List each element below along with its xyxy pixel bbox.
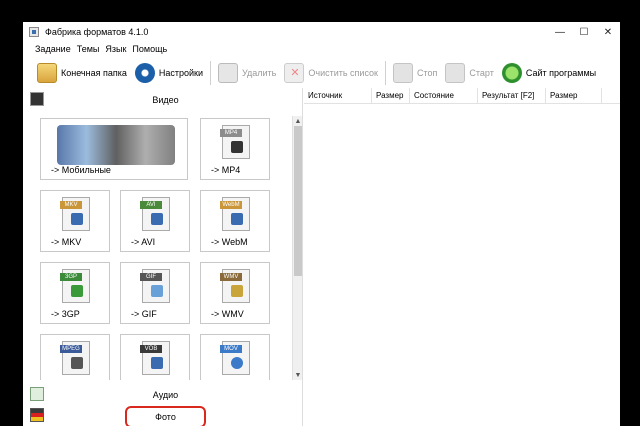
tile-label: -> WebM	[211, 237, 248, 247]
start-button[interactable]: Старт	[441, 60, 497, 86]
tile-label: -> AVI	[131, 237, 156, 247]
maximize-button[interactable]: ☐	[572, 22, 596, 42]
3gp-file-icon: 3GP	[60, 269, 90, 303]
vob-file-icon: VOB	[140, 341, 170, 375]
folder-icon	[37, 63, 57, 83]
format-grid: -> Мобильные MP4 -> MP4 MKV -> MKV AVI -…	[36, 116, 288, 380]
app-window: Фабрика форматов 4.1.0 — ☐ ✕ Задание Тем…	[23, 22, 620, 426]
mp4-file-icon: MP4	[220, 125, 250, 159]
menu-language[interactable]: Язык	[105, 44, 126, 54]
category-photo-label: Фото	[125, 406, 206, 426]
column-output-size[interactable]: Размер	[546, 88, 602, 103]
tile-label: -> GIF	[131, 309, 157, 319]
settings-button[interactable]: Настройки	[131, 60, 207, 86]
delete-label: Удалить	[242, 68, 277, 78]
tile-label: -> Мобильные	[51, 165, 111, 175]
tile-mp4[interactable]: MP4 -> MP4	[200, 118, 270, 180]
tile-vob[interactable]: VOB	[120, 334, 190, 380]
task-list: Источник Размер Состояние Результат [F2]…	[304, 88, 620, 426]
tile-label: -> 3GP	[51, 309, 80, 319]
tile-3gp[interactable]: 3GP -> 3GP	[40, 262, 110, 324]
tile-gif[interactable]: GIF -> GIF	[120, 262, 190, 324]
format-scrollbar[interactable]: ▲ ▼	[292, 116, 302, 380]
task-list-header: Источник Размер Состояние Результат [F2]…	[304, 88, 620, 104]
stop-label: Стоп	[417, 68, 438, 78]
website-button[interactable]: Сайт программы	[498, 60, 600, 86]
menu-bar: Задание Темы Язык Помощь	[23, 42, 173, 56]
category-video[interactable]: Видео	[28, 90, 303, 110]
website-label: Сайт программы	[525, 68, 597, 78]
wmv-file-icon: WMV	[220, 269, 250, 303]
scroll-up-icon[interactable]: ▲	[293, 116, 303, 126]
photo-icon	[30, 408, 44, 422]
globe-icon	[501, 63, 522, 83]
mov-file-icon: MOV	[220, 341, 250, 375]
title-bar[interactable]: Фабрика форматов 4.1.0 — ☐ ✕	[23, 22, 620, 42]
toolbar-divider	[210, 61, 211, 85]
toolbar-divider	[385, 61, 386, 85]
tile-wmv[interactable]: WMV -> WMV	[200, 262, 270, 324]
tile-mpeg[interactable]: MPEG	[40, 334, 110, 380]
avi-file-icon: AVI	[140, 197, 170, 231]
stop-button[interactable]: Стоп	[389, 60, 441, 86]
tile-mkv[interactable]: MKV -> MKV	[40, 190, 110, 252]
output-folder-button[interactable]: Конечная папка	[33, 60, 131, 86]
delete-button[interactable]: Удалить	[214, 60, 280, 86]
category-video-label: Видео	[152, 95, 179, 105]
format-panel: Видео -> Мобильные MP4 -> MP4 MKV -> MKV…	[28, 88, 303, 426]
stop-icon	[393, 63, 413, 83]
column-status[interactable]: Состояние	[410, 88, 478, 103]
clear-list-button[interactable]: Очистить список	[280, 60, 382, 86]
tile-label: -> MKV	[51, 237, 82, 247]
column-result[interactable]: Результат [F2]	[478, 88, 546, 103]
menu-task[interactable]: Задание	[35, 44, 71, 54]
output-folder-label: Конечная папка	[61, 68, 127, 78]
settings-icon	[134, 63, 155, 83]
gif-file-icon: GIF	[140, 269, 170, 303]
music-note-icon	[30, 387, 44, 401]
tile-label: -> MP4	[211, 165, 241, 175]
clear-list-label: Очистить список	[308, 68, 378, 78]
delete-icon	[218, 63, 238, 83]
video-icon	[30, 92, 44, 106]
mobile-devices-icon	[57, 125, 175, 165]
close-button[interactable]: ✕	[596, 22, 620, 42]
menu-themes[interactable]: Темы	[77, 44, 100, 54]
menu-help[interactable]: Помощь	[132, 44, 167, 54]
tile-avi[interactable]: AVI -> AVI	[120, 190, 190, 252]
start-icon	[445, 63, 466, 83]
start-label: Старт	[469, 68, 494, 78]
scroll-thumb[interactable]	[294, 126, 302, 276]
minimize-button[interactable]: —	[548, 22, 572, 42]
column-size[interactable]: Размер	[372, 88, 410, 103]
webm-file-icon: WebM	[220, 197, 250, 231]
column-source[interactable]: Источник	[304, 88, 372, 103]
mpeg-file-icon: MPEG	[60, 341, 90, 375]
app-icon	[29, 27, 39, 37]
tile-label: -> WMV	[211, 309, 244, 319]
clear-list-icon	[284, 63, 305, 83]
scroll-down-icon[interactable]: ▼	[293, 370, 303, 380]
category-audio-label: Аудио	[152, 390, 179, 400]
category-photo[interactable]: Фото	[28, 406, 303, 426]
toolbar: Конечная папка Настройки Удалить Очистит…	[23, 58, 620, 88]
tile-webm[interactable]: WebM -> WebM	[200, 190, 270, 252]
settings-label: Настройки	[158, 68, 203, 78]
window-title: Фабрика форматов 4.1.0	[45, 27, 149, 37]
mkv-file-icon: MKV	[60, 197, 90, 231]
tile-mobile[interactable]: -> Мобильные	[40, 118, 188, 180]
category-audio[interactable]: Аудио	[28, 385, 303, 405]
tile-mov[interactable]: MOV	[200, 334, 270, 380]
